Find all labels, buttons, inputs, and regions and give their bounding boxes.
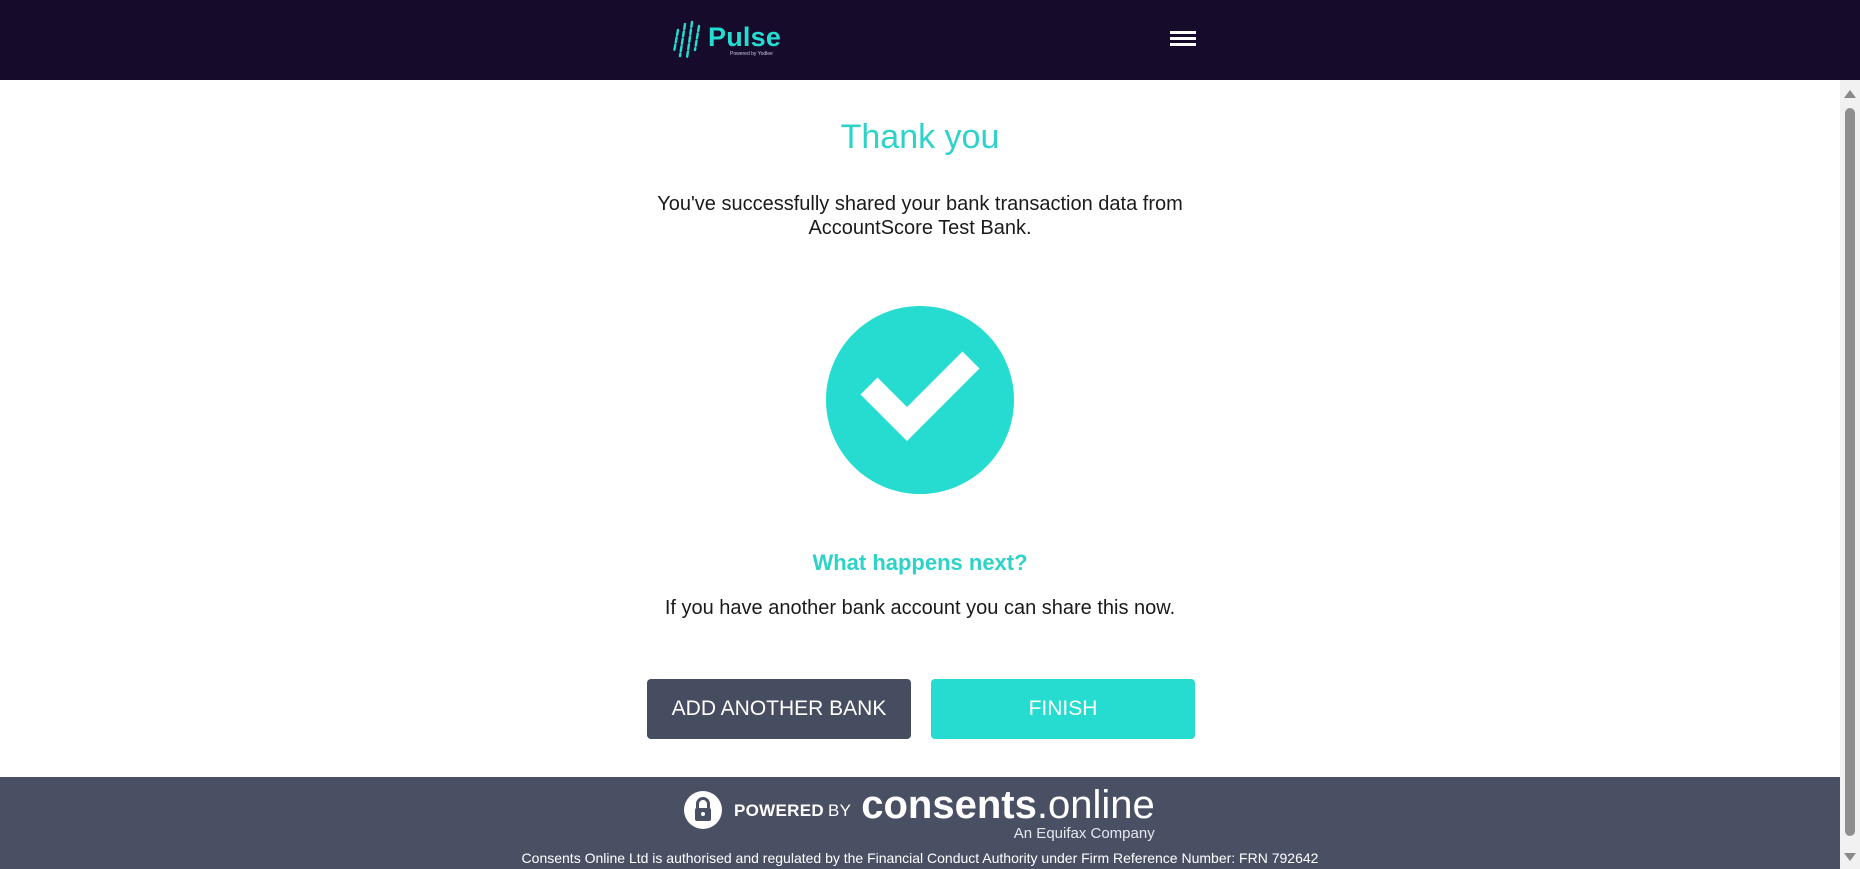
success-message-line1: You've successfully shared your bank tra… <box>657 193 1183 215</box>
scroll-down-arrow-icon[interactable] <box>1844 853 1856 861</box>
pulse-logo-icon <box>672 20 701 60</box>
main-content: Thank you You've successfully shared you… <box>0 80 1840 777</box>
brand-bold: consents <box>861 783 1037 827</box>
brand-suffix: .online <box>1036 783 1155 827</box>
logo-tagline: Powered by Yodlee <box>730 51 773 57</box>
finish-button[interactable]: FINISH <box>931 679 1195 739</box>
success-message-line2: AccountScore Test Bank. <box>808 217 1032 239</box>
powered-by-label: POWERED BY <box>734 801 851 821</box>
pulse-logo[interactable]: Pulse Powered by Yodlee <box>672 18 781 62</box>
consents-online-logo: consents.online An Equifax Company <box>861 785 1154 843</box>
page-title: Thank you <box>840 118 1000 156</box>
next-steps-text: If you have another bank account you can… <box>664 597 1176 619</box>
vertical-scrollbar[interactable] <box>1840 80 1860 869</box>
powered-text: POWERED <box>734 801 824 820</box>
check-circle-icon <box>826 306 1014 494</box>
brand-tagline: An Equifax Company <box>1013 825 1155 842</box>
logo-wordmark: Pulse <box>708 22 782 52</box>
legal-disclaimer: Consents Online Ltd is authorised and re… <box>521 850 1319 866</box>
scroll-up-arrow-icon[interactable] <box>1844 90 1856 98</box>
top-navigation-bar: Pulse Powered by Yodlee <box>0 0 1860 80</box>
success-message: You've successfully shared your bank tra… <box>640 192 1200 240</box>
by-text: BY <box>827 801 852 820</box>
page: Pulse Powered by Yodlee Thank you You've… <box>0 0 1860 869</box>
scrollbar-thumb[interactable] <box>1845 108 1855 836</box>
powered-by-consents-online: POWERED BY consents.online An Equifax Com… <box>684 785 1155 842</box>
padlock-icon <box>684 791 722 829</box>
next-steps-heading: What happens next? <box>812 550 1028 575</box>
footer: POWERED BY consents.online An Equifax Com… <box>0 777 1840 869</box>
hamburger-menu-icon[interactable] <box>1170 28 1200 52</box>
add-another-bank-button[interactable]: ADD ANOTHER BANK <box>647 679 911 739</box>
